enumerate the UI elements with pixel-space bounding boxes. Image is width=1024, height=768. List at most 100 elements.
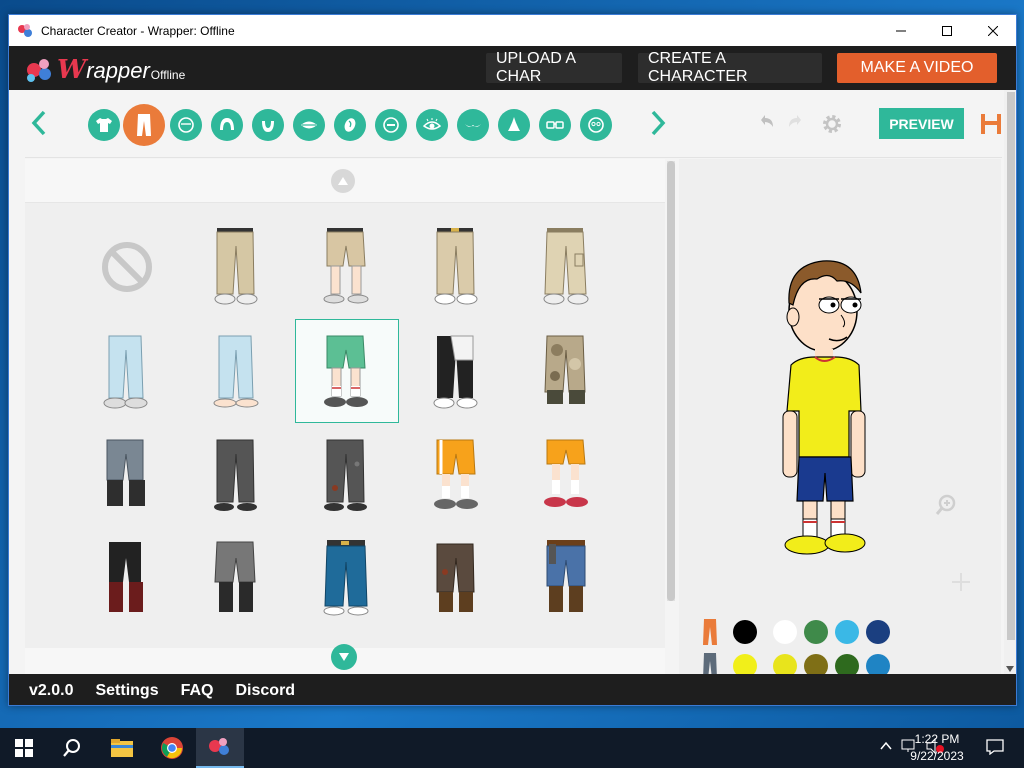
windows-logo-icon <box>15 739 33 757</box>
chevron-right-icon <box>651 110 666 136</box>
pants-gray-blackboots-icon <box>214 541 256 612</box>
logo-offline: Offline <box>150 68 186 82</box>
app-header: W rapper Offline UPLOAD A CHAR CREATE A … <box>9 46 1016 90</box>
category-mustache[interactable] <box>457 109 489 141</box>
search-icon <box>63 739 80 757</box>
item-pants-brown-ripped[interactable] <box>405 527 509 631</box>
undo-button[interactable] <box>759 112 777 136</box>
item-pants-ripped-gray[interactable] <box>295 423 399 527</box>
category-ear[interactable] <box>334 109 366 141</box>
item-pants-lightblue[interactable] <box>75 319 179 423</box>
pants-brown-icon <box>436 543 475 612</box>
item-pants-lightblue-sandals[interactable] <box>185 319 289 423</box>
grid-scrollbar-thumb[interactable] <box>667 161 675 601</box>
wrapper-logo[interactable]: W rapper Offline <box>25 52 185 84</box>
start-button[interactable] <box>0 728 48 768</box>
item-pants-camo[interactable] <box>515 319 619 423</box>
item-jeans-blue[interactable] <box>295 527 399 631</box>
triangle-up-icon <box>338 177 348 185</box>
category-nose[interactable] <box>498 109 530 141</box>
footer-discord-link[interactable]: Discord <box>236 682 296 700</box>
item-pants-gray-boots[interactable] <box>75 423 179 527</box>
logo-icon <box>27 59 51 82</box>
swatch-green[interactable] <box>804 620 828 644</box>
search-button[interactable] <box>48 728 96 768</box>
main-scrollbar[interactable] <box>1004 90 1016 674</box>
app-icon <box>18 23 32 37</box>
triangle-down-icon <box>339 653 349 661</box>
shorts-orange-icon <box>434 439 478 509</box>
item-pants-cargo-beige[interactable] <box>515 215 619 319</box>
category-face-glasses[interactable] <box>580 109 612 141</box>
grid-scrollbar[interactable] <box>667 161 675 601</box>
item-pants-darkgray[interactable] <box>185 423 289 527</box>
maximize-button[interactable] <box>924 15 970 46</box>
clock-time: 1:22 PM <box>914 732 960 746</box>
swatch-white[interactable] <box>773 620 797 644</box>
wrapper-taskbar-button[interactable] <box>196 728 244 768</box>
upload-char-button[interactable]: UPLOAD A CHAR <box>486 50 622 85</box>
category-eyebrow[interactable] <box>375 109 407 141</box>
pants-khaki-icon <box>214 228 258 305</box>
jeans-blue-icon <box>323 540 369 616</box>
item-pants-gray-blackboots[interactable] <box>185 527 289 631</box>
item-pants-tan[interactable] <box>405 215 509 319</box>
move-icon[interactable] <box>951 572 971 592</box>
item-pants-black-white[interactable] <box>405 319 509 423</box>
save-icon[interactable] <box>980 113 1002 135</box>
eye-icon <box>423 118 441 130</box>
scroll-down-arrow-icon[interactable] <box>1006 666 1014 672</box>
scroll-up-button[interactable] <box>331 169 355 193</box>
clothing-grid-panel <box>25 159 665 674</box>
swatch-black[interactable] <box>733 620 763 644</box>
scroll-down-button[interactable] <box>331 644 357 670</box>
item-shorts-khaki-sandals[interactable] <box>295 215 399 319</box>
make-video-button[interactable]: MAKE A VIDEO <box>837 53 997 83</box>
item-jeans-brownboots[interactable] <box>515 527 619 631</box>
category-beard[interactable] <box>252 109 284 141</box>
next-categories-button[interactable] <box>648 108 668 144</box>
file-explorer-button[interactable] <box>98 728 146 768</box>
zoom-in-icon[interactable] <box>935 494 957 516</box>
pants-part-icon[interactable] <box>697 618 723 646</box>
nose-icon <box>508 117 520 131</box>
item-pants-khaki[interactable] <box>185 215 289 319</box>
minimize-icon <box>896 30 906 31</box>
taskbar-clock[interactable]: 1:22 PM 9/22/2023 <box>902 731 972 765</box>
redo-button[interactable] <box>785 112 803 136</box>
pants-camo-icon <box>544 335 586 404</box>
item-shorts-green-selected[interactable] <box>295 319 399 423</box>
top-color-row <box>697 615 897 649</box>
category-hair[interactable] <box>211 109 243 141</box>
pants-lightblue-sandals-icon <box>213 335 259 408</box>
close-icon <box>988 25 998 36</box>
close-button[interactable] <box>970 15 1016 46</box>
chevron-up-icon[interactable] <box>880 738 892 754</box>
item-none[interactable] <box>75 215 179 319</box>
chrome-button[interactable] <box>148 728 196 768</box>
swatch-light-blue[interactable] <box>835 620 859 644</box>
prev-categories-button[interactable] <box>29 108 49 144</box>
preview-button[interactable]: PREVIEW <box>879 108 964 139</box>
category-shirt[interactable] <box>88 109 120 141</box>
version-label: v2.0.0 <box>29 681 74 699</box>
category-mouth[interactable] <box>293 109 325 141</box>
item-shorts-orange[interactable] <box>405 423 509 527</box>
footer-faq-link[interactable]: FAQ <box>181 682 214 700</box>
item-shorts-orange-sneakers[interactable] <box>515 423 619 527</box>
footer-settings-link[interactable]: Settings <box>95 682 158 700</box>
character-preview-stage <box>679 159 1001 679</box>
category-toolbar: PREVIEW <box>25 90 1002 158</box>
minimize-button[interactable] <box>878 15 924 46</box>
category-pants[interactable] <box>123 104 165 146</box>
main-scrollbar-thumb[interactable] <box>1007 92 1015 640</box>
item-pants-black-redboots[interactable] <box>75 527 179 631</box>
create-character-button[interactable]: CREATE A CHARACTER <box>638 50 822 85</box>
category-eye[interactable] <box>416 109 448 141</box>
notification-icon[interactable] <box>986 739 1004 755</box>
swatch-navy[interactable] <box>866 620 890 644</box>
category-glasses[interactable] <box>539 109 571 141</box>
settings-button[interactable] <box>820 112 844 142</box>
pants-tan-icon <box>434 228 478 305</box>
category-face[interactable] <box>170 109 202 141</box>
